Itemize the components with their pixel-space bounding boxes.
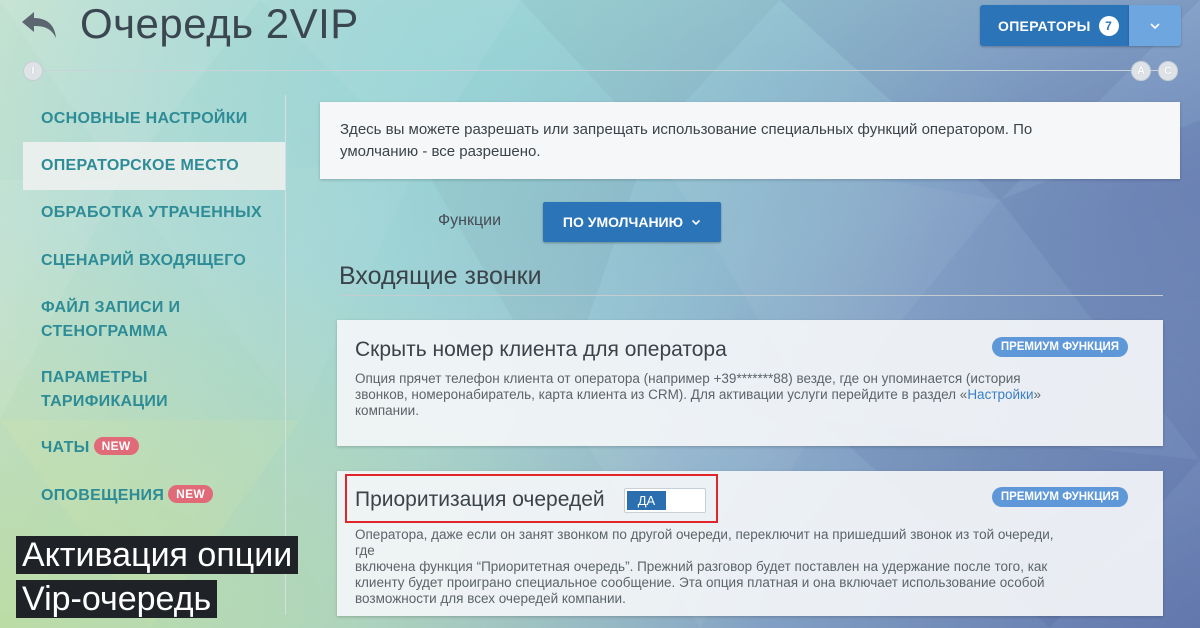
back-arrow-icon[interactable]: [20, 8, 60, 42]
section-title: Входящие звонки: [339, 262, 542, 290]
operators-dropdown-button[interactable]: [1129, 5, 1181, 46]
new-badge: NEW: [93, 437, 139, 455]
highlight-frame: [345, 474, 718, 523]
sidebar-item-incoming-scenario[interactable]: СЦЕНАРИЙ ВХОДЯЩЕГО: [23, 238, 285, 286]
operators-button[interactable]: ОПЕРАТОРЫ 7: [980, 5, 1129, 46]
chevron-down-icon: [691, 219, 701, 225]
default-dropdown-button[interactable]: ПО УМОЛЧАНИЮ: [543, 202, 721, 242]
premium-badge: ПРЕМИУМ ФУНКЦИЯ: [991, 487, 1128, 507]
new-badge: NEW: [168, 485, 214, 503]
info-box: Здесь вы можете разрешать или запрещать …: [320, 102, 1180, 179]
card-title: Скрыть номер клиента для оператора: [355, 338, 727, 361]
operators-label: ОПЕРАТОРЫ: [998, 17, 1091, 34]
chevron-down-icon: [1150, 22, 1160, 29]
marker-c[interactable]: C: [1158, 61, 1178, 81]
sidebar-item-recording[interactable]: ФАЙЛ ЗАПИСИ И СТЕНОГРАММА: [23, 286, 285, 356]
info-marker[interactable]: I: [23, 61, 43, 81]
premium-badge: ПРЕМИУМ ФУНКЦИЯ: [991, 337, 1128, 357]
marker-a[interactable]: A: [1131, 61, 1151, 81]
operators-count-badge: 7: [1098, 15, 1119, 36]
sidebar-item-lost-calls[interactable]: ОБРАБОТКА УТРАЧЕННЫХ: [23, 190, 285, 238]
caption-line-2: Vip-очередь: [16, 580, 218, 618]
sidebar-item-notifications[interactable]: ОПОВЕЩЕНИЯ NEW: [23, 474, 285, 522]
feature-card-hide-number: Скрыть номер клиента для оператора ПРЕМИ…: [337, 320, 1163, 446]
sidebar-item-billing[interactable]: ПАРАМЕТРЫ ТАРИФИКАЦИИ: [23, 356, 285, 426]
functions-label: Функции: [438, 212, 502, 229]
section-divider: [339, 295, 1163, 296]
sidebar-item-chats[interactable]: ЧАТЫ NEW: [23, 426, 285, 474]
page-title: Очередь 2VIP: [80, 0, 359, 47]
settings-link[interactable]: Настройки: [967, 387, 1033, 402]
header-divider: [33, 70, 1170, 71]
sidebar-item-operator-workplace[interactable]: ОПЕРАТОРСКОЕ МЕСТО: [23, 142, 285, 190]
sidebar-item-main-settings[interactable]: ОСНОВНЫЕ НАСТРОЙКИ: [23, 95, 285, 142]
caption-line-1: Активация опции: [16, 536, 299, 574]
card-description: Опция прячет телефон клиента от оператор…: [355, 371, 1042, 418]
card-description: Оператора, даже если он занят звонком по…: [355, 527, 1054, 606]
sidebar-nav: ОСНОВНЫЕ НАСТРОЙКИ ОПЕРАТОРСКОЕ МЕСТО ОБ…: [23, 95, 285, 522]
